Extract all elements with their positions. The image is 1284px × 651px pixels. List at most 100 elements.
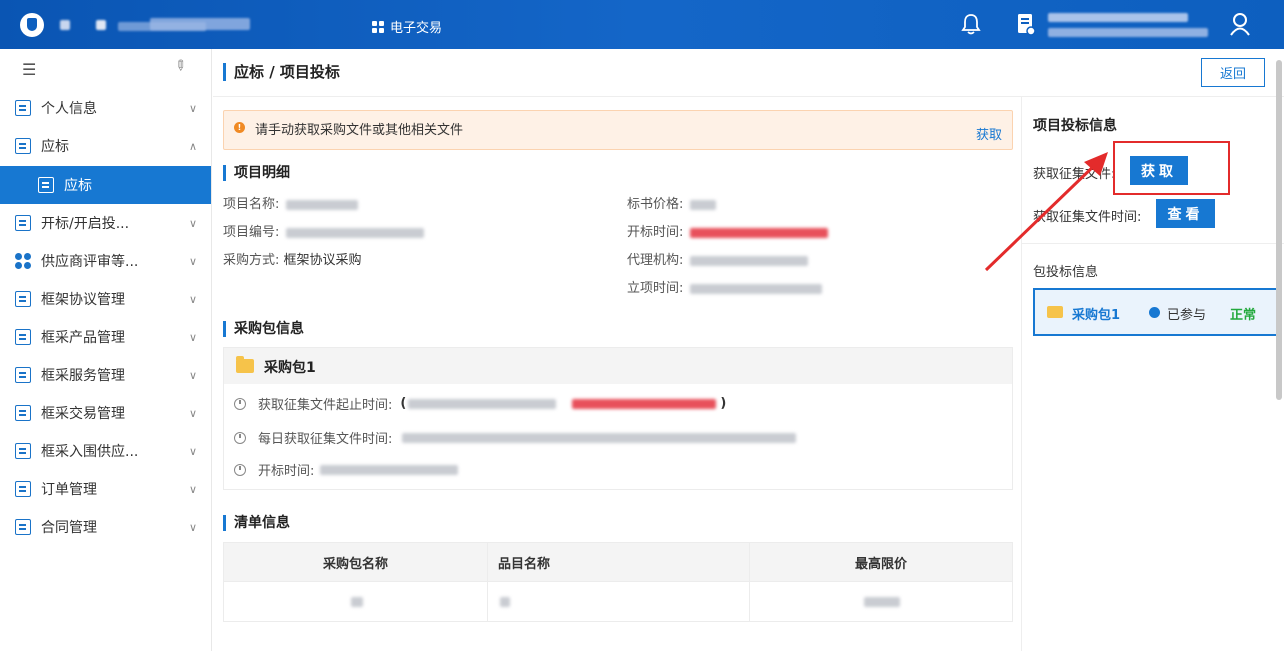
redacted-value	[689, 255, 808, 266]
sidebar-item-label: 框采产品管理	[41, 330, 125, 346]
daily-fetch-row: 每日获取征集文件时间:	[234, 428, 797, 447]
package-open-time-row: 开标时间:	[234, 460, 459, 479]
project-name-label: 项目名称:	[223, 197, 280, 212]
open-time-label: 开标时间:	[627, 225, 684, 240]
project-code-label: 项目编号:	[223, 225, 280, 240]
check-circle-icon	[1149, 307, 1160, 318]
sidebar-item-trade[interactable]: 框采交易管理 ∨	[0, 394, 211, 432]
folder-icon	[236, 356, 254, 373]
redacted-value	[285, 199, 358, 210]
redacted-value	[402, 432, 797, 443]
nav-electronic-trade-label: 电子交易	[390, 21, 443, 36]
redacted-value	[689, 199, 716, 210]
back-button[interactable]: 返回	[1201, 58, 1265, 87]
bid-doc-price-label: 标书价格:	[627, 197, 684, 212]
menu-toggle-icon[interactable]: ☰	[22, 60, 36, 79]
logo	[20, 13, 44, 37]
sidebar-item-label: 订单管理	[41, 482, 97, 498]
setup-time-row: 立项时间:	[627, 277, 822, 296]
project-code-row: 项目编号:	[223, 221, 424, 240]
redacted-value	[500, 596, 510, 607]
sidebar-item-contract[interactable]: 合同管理 ∨	[0, 508, 211, 546]
bid-open-icon	[15, 215, 31, 231]
sidebar-item-product[interactable]: 框采产品管理 ∨	[0, 318, 211, 356]
clock-icon	[234, 431, 246, 444]
scrollbar[interactable]	[1276, 60, 1282, 400]
sidebar-item-label: 框采入围供应...	[41, 444, 139, 460]
sidebar-item-shortlist[interactable]: 框采入围供应... ∨	[0, 432, 211, 470]
agency-row: 代理机构:	[627, 249, 808, 268]
apps-icon	[372, 20, 384, 33]
purchase-method-value: 框架协议采购	[283, 253, 362, 268]
package-open-time-label: 开标时间:	[258, 464, 315, 479]
sidebar-item-bid[interactable]: 应标 ∧	[0, 127, 211, 165]
chevron-down-icon: ∨	[188, 444, 197, 458]
table-row	[223, 582, 1013, 622]
warning-icon: !	[234, 122, 245, 133]
sidebar-item-label: 开标/开启投...	[41, 216, 130, 232]
sidebar-item-label: 应标	[64, 178, 92, 194]
bid-icon	[15, 138, 31, 154]
sidebar-item-supplier-review[interactable]: 供应商评审等... ∨	[0, 242, 211, 280]
sidebar-item-label: 框架协议管理	[41, 292, 125, 308]
fetch-period-label: 获取征集文件起止时间:	[258, 398, 393, 413]
open-time-row: 开标时间:	[627, 221, 828, 240]
profile-icon	[15, 100, 31, 116]
redacted-value	[408, 398, 557, 409]
sidebar-item-label: 供应商评审等...	[41, 254, 139, 270]
setup-time-label: 立项时间:	[627, 281, 684, 296]
alert-text: 请手动获取采购文件或其他相关文件	[255, 123, 464, 138]
chevron-down-icon: ∨	[188, 292, 197, 306]
chevron-down-icon: ∨	[188, 368, 197, 382]
redacted-value	[350, 596, 363, 607]
trade-icon	[15, 405, 31, 421]
package-card[interactable]: 采购包1 已参与 正常	[1033, 288, 1282, 336]
chevron-down-icon: ∨	[188, 482, 197, 496]
chevron-down-icon: ∨	[188, 101, 197, 115]
folder-icon	[1047, 306, 1063, 318]
bid-doc-price-row: 标书价格:	[627, 193, 716, 212]
package-card-name: 采购包1	[1072, 308, 1121, 323]
bell-icon[interactable]	[960, 12, 982, 36]
sidebar-item-label: 个人信息	[41, 101, 97, 117]
sidebar-item-label: 应标	[41, 139, 69, 155]
page-title: 应标 / 项目投标	[223, 63, 340, 81]
sidebar-item-service[interactable]: 框采服务管理 ∨	[0, 356, 211, 394]
bid-icon	[38, 177, 54, 193]
user-icon[interactable]	[1229, 12, 1251, 36]
pin-icon[interactable]: ✎	[170, 56, 190, 76]
sidebar-item-label: 合同管理	[41, 520, 97, 536]
nav-electronic-trade[interactable]: 电子交易	[372, 17, 442, 36]
redacted-value	[689, 283, 822, 294]
agency-label: 代理机构:	[627, 253, 684, 268]
daily-fetch-label: 每日获取征集文件时间:	[258, 432, 393, 447]
shortlist-icon	[15, 443, 31, 459]
redacted-value	[320, 464, 459, 475]
section-project-detail: 项目明细	[223, 165, 290, 181]
chevron-down-icon: ∨	[188, 406, 197, 420]
redacted-username	[1048, 28, 1208, 37]
clock-icon	[234, 463, 246, 476]
redacted-username	[1048, 13, 1188, 22]
package-name: 采购包1	[264, 360, 316, 376]
document-icon[interactable]	[1016, 12, 1036, 36]
sidebar-item-bid-open[interactable]: 开标/开启投... ∨	[0, 204, 211, 242]
table-header: 采购包名称 品目名称 最高限价	[223, 542, 1013, 582]
service-icon	[15, 367, 31, 383]
redacted-value	[689, 227, 828, 238]
purchase-method-label: 采购方式:	[223, 253, 280, 268]
sidebar-item-order[interactable]: 订单管理 ∨	[0, 470, 211, 508]
redacted-title	[96, 20, 106, 30]
sidebar-item-agreement[interactable]: 框架协议管理 ∨	[0, 280, 211, 318]
package-state: 正常	[1230, 308, 1257, 323]
agreement-icon	[15, 291, 31, 307]
sidebar-item-profile[interactable]: 个人信息 ∨	[0, 89, 211, 127]
redacted-title	[60, 20, 70, 30]
redacted-title	[150, 18, 250, 30]
view-button[interactable]: 查看	[1156, 199, 1215, 228]
sidebar-item-label: 框采服务管理	[41, 368, 125, 384]
section-list-info: 清单信息	[223, 515, 290, 531]
column-header: 品目名称	[488, 543, 750, 581]
sidebar-subitem-bid[interactable]: 应标	[0, 166, 211, 204]
column-header: 采购包名称	[224, 543, 488, 581]
